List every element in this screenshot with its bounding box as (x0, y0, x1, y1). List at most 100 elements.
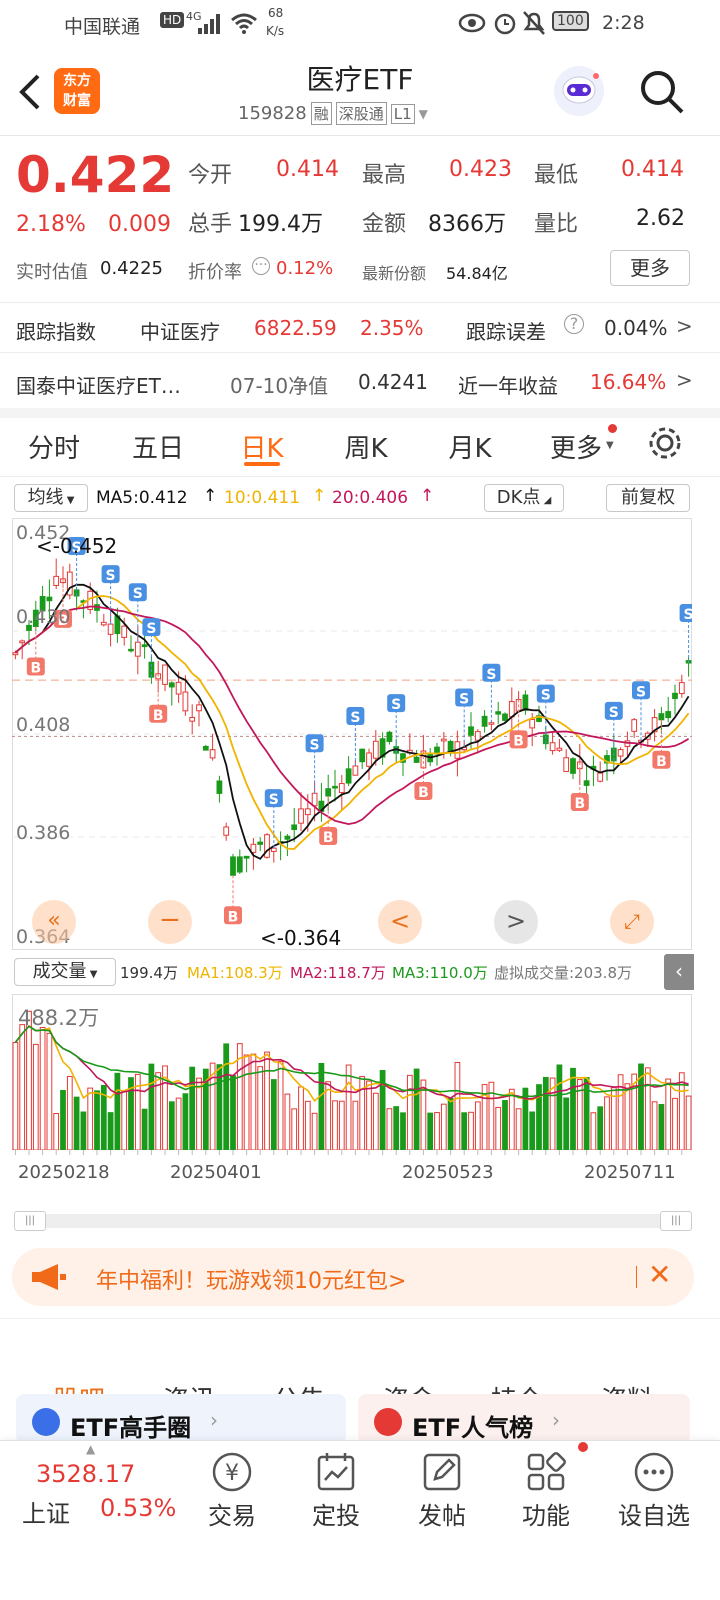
nav-add-watchlist[interactable]: 设自选 (604, 1448, 704, 1531)
volume-bar (318, 1063, 325, 1150)
volume-bar (60, 1089, 66, 1150)
volume-bar (87, 1087, 94, 1150)
ratio-label: 量比 (534, 212, 579, 237)
help-icon[interactable]: ? (564, 314, 584, 334)
mute-icon (523, 11, 545, 35)
ma-selector[interactable]: 均线 ▼ (14, 484, 88, 512)
candle-body (583, 780, 590, 786)
collapse-panel-icon[interactable]: ‹ (664, 954, 694, 990)
volume-bar (53, 1112, 60, 1150)
volume-bar (121, 1091, 128, 1150)
tab-more[interactable]: 更多 (540, 428, 612, 465)
page-title: 医疗ETF (306, 63, 414, 96)
chevron-right-icon[interactable]: > (676, 314, 693, 338)
volume-chart[interactable] (12, 994, 692, 1150)
candle-body (440, 738, 447, 742)
low-label: 最低 (534, 163, 579, 188)
candle-body (209, 749, 216, 759)
volume-bar (590, 1112, 597, 1150)
high-marker-value: 0.452 (59, 534, 118, 558)
tracking-index-label: 跟踪指数 (16, 320, 96, 344)
tracking-index-name[interactable]: 中证医疗 (140, 316, 220, 345)
volume-bar (672, 1097, 678, 1150)
range-scrollbar[interactable]: ||| ||| (14, 1211, 692, 1231)
chevron-right-icon[interactable]: > (676, 368, 693, 392)
sh-index-value[interactable]: 3528.17 (36, 1460, 135, 1488)
volume-bar (338, 1100, 345, 1150)
candle-body (243, 855, 250, 859)
scroll-left-icon[interactable]: < (378, 900, 422, 944)
candle-body (236, 856, 243, 873)
volume-bar (413, 1068, 420, 1150)
etf-experts-card[interactable]: ETF高手圈 › (16, 1394, 346, 1444)
tracking-index-value: 6822.59 (254, 316, 337, 340)
candle-body (481, 715, 488, 727)
candle-body (189, 716, 196, 722)
volume-bar (644, 1067, 651, 1150)
nav-label: 发帖 (418, 1502, 466, 1530)
tab-five-day[interactable]: 五日 (122, 428, 194, 465)
tag-connect: 深股通 (335, 102, 387, 125)
volume-bar (583, 1076, 590, 1150)
circle-logo-icon (32, 1408, 60, 1436)
ma-selector-label: 均线 (27, 487, 64, 508)
marker-letter: B (153, 708, 164, 724)
nav-invest-plan[interactable]: 定投 (286, 1448, 386, 1531)
tab-daily-k[interactable]: 日K (226, 428, 298, 465)
nav-functions[interactable]: 功能 (496, 1448, 596, 1531)
x-tick-label: 20250711 (584, 1162, 676, 1183)
candle-body (168, 682, 175, 688)
tab-weekly-k[interactable]: 周K (330, 428, 402, 465)
adjust-selector[interactable]: 前复权 (606, 484, 690, 512)
grid-apps-icon (527, 1452, 566, 1491)
promo-text: 年中福利！玩游戏领10元红包> (96, 1269, 407, 1294)
volume-bar (277, 1060, 284, 1150)
alarm-icon (494, 13, 516, 35)
candle-body (549, 742, 556, 752)
sh-index-name[interactable]: 上证 (22, 1494, 70, 1529)
range-handle-left[interactable]: ||| (14, 1211, 46, 1231)
high-value: 0.423 (449, 157, 512, 182)
scroll-right-icon[interactable]: > (494, 900, 538, 944)
volume-indicator-selector[interactable]: 成交量 ▼ (14, 958, 116, 986)
candle-body (474, 731, 481, 741)
k-line-chart[interactable]: BBSSSSBBSSBSSBSSBSBSSBS (12, 518, 692, 950)
tab-monthly-k[interactable]: 月K (434, 428, 506, 465)
volume-bar (257, 1066, 264, 1150)
volume-bar (474, 1101, 481, 1150)
candle-body (597, 772, 604, 782)
volume-bar (80, 1111, 87, 1150)
etf-popularity-card[interactable]: ETF人气榜 › (358, 1394, 690, 1444)
volume-bar (243, 1054, 250, 1150)
promo-banner[interactable]: 年中福利！玩游戏领10元红包> ✕ (12, 1248, 694, 1306)
tab-intraday[interactable]: 分时 (18, 428, 90, 465)
amount-label: 金额 (362, 212, 407, 237)
robot-avatar-icon[interactable] (552, 64, 606, 118)
settings-gear-icon[interactable] (646, 424, 684, 462)
nav-trade[interactable]: ¥ 交易 (182, 1448, 282, 1531)
nav-post[interactable]: 发帖 (392, 1448, 492, 1531)
range-handle-right[interactable]: ||| (660, 1211, 692, 1231)
candle-body (529, 718, 536, 729)
fund-name[interactable]: 国泰中证医疗ET… (16, 370, 181, 399)
candle-body (12, 652, 19, 656)
security-code-row[interactable]: 159828 融 深股通 L1 ▼ (238, 102, 428, 125)
volume-bar (597, 1106, 604, 1150)
tag-level: L1 (390, 103, 415, 124)
change-amount: 0.009 (108, 212, 171, 237)
x-axis-ticks (14, 1150, 683, 1155)
zoom-out-icon[interactable]: − (148, 900, 192, 944)
volume-bar (447, 1097, 454, 1150)
caret-up-icon: ▲ (86, 1442, 96, 1456)
close-icon[interactable]: ✕ (648, 1258, 671, 1291)
more-button[interactable]: 更多 (610, 250, 690, 286)
search-icon[interactable] (638, 68, 686, 116)
candle-body (121, 625, 128, 638)
zoom-out-far-icon[interactable]: « (32, 900, 76, 944)
fullscreen-icon[interactable]: ⤢ (610, 900, 654, 944)
volume-bar (32, 1043, 39, 1150)
info-dots-icon[interactable]: ··· (252, 257, 270, 275)
dk-point-selector[interactable]: DK点 ◢ (484, 484, 564, 512)
candle-body (678, 682, 685, 695)
sh-index-change[interactable]: 0.53% (100, 1494, 176, 1522)
